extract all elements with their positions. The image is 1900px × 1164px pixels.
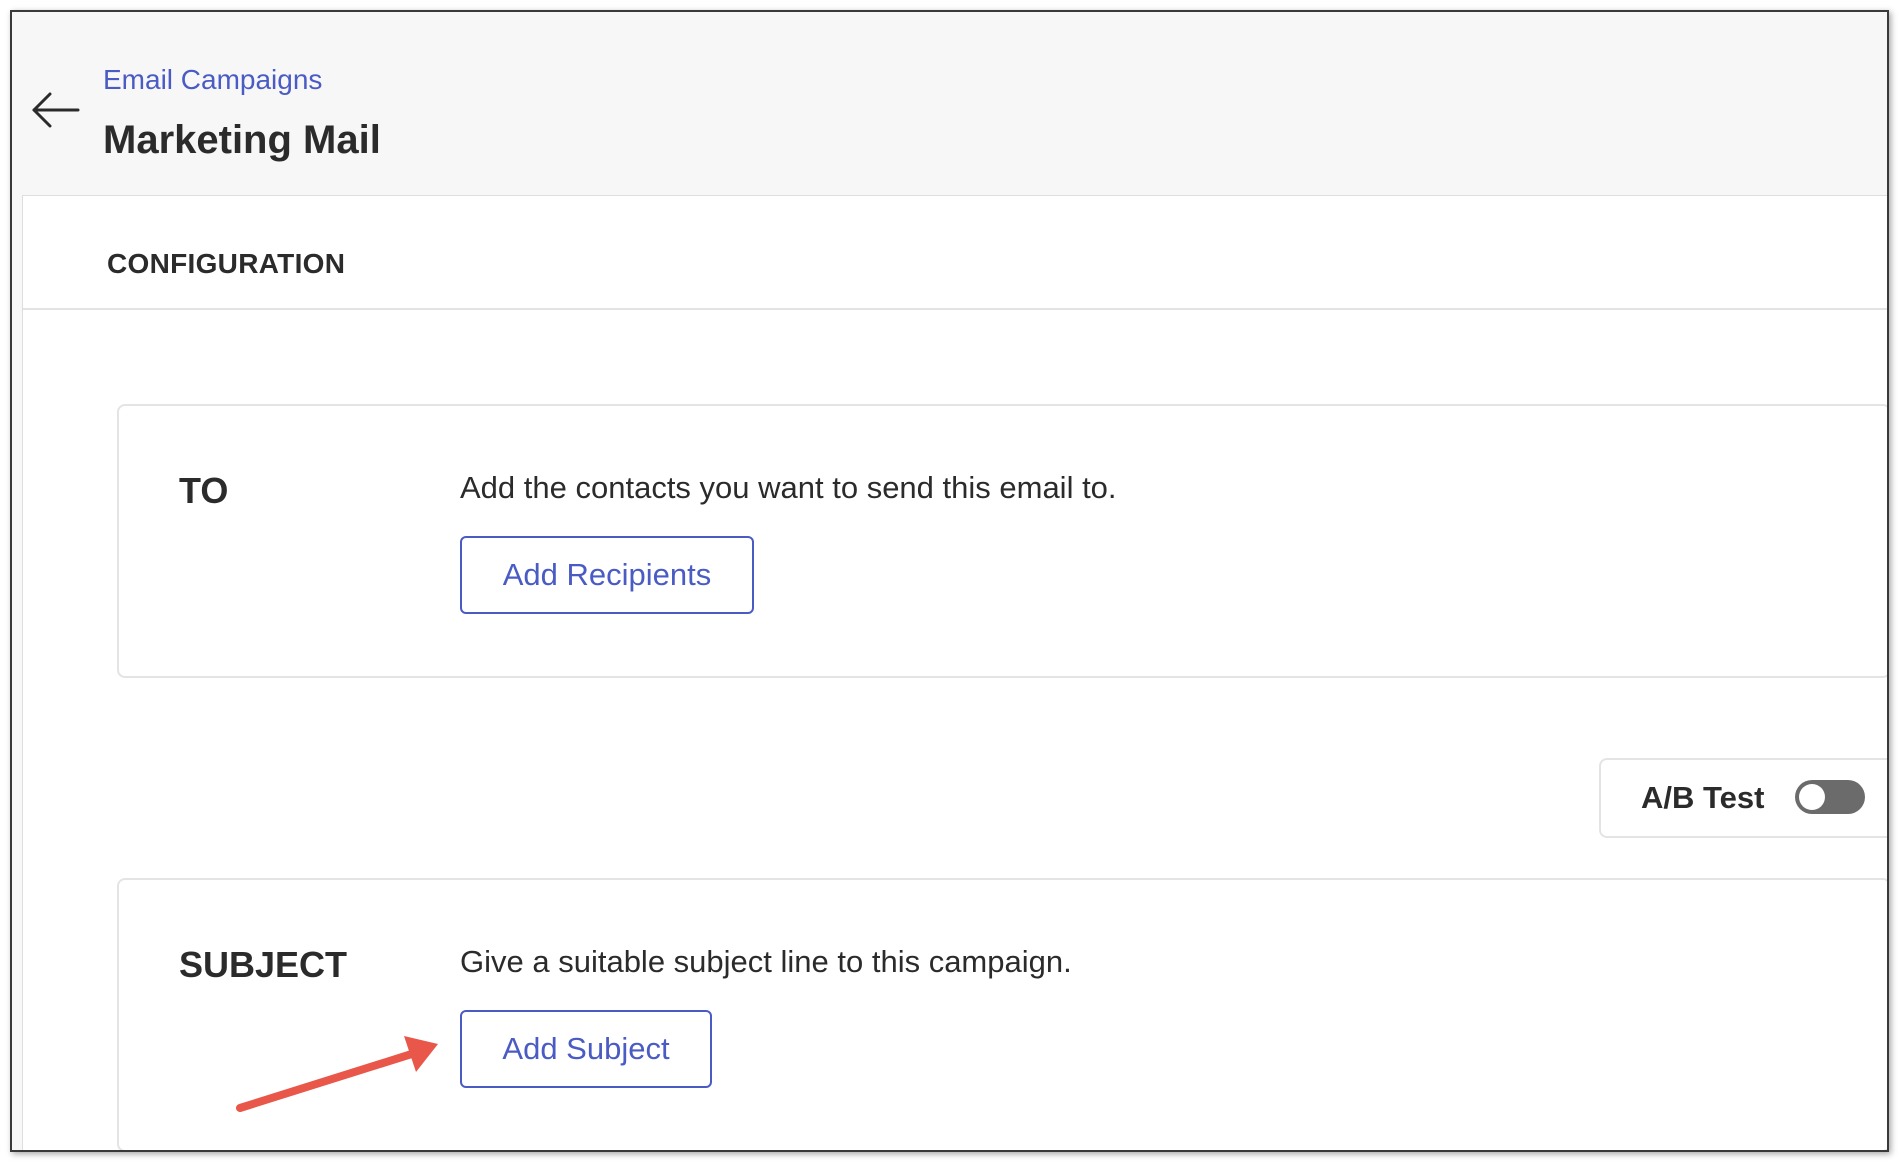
subject-label: SUBJECT xyxy=(179,944,348,985)
breadcrumb-email-campaigns[interactable]: Email Campaigns xyxy=(103,64,322,96)
to-label: TO xyxy=(179,470,229,511)
add-subject-button[interactable]: Add Subject xyxy=(460,1010,712,1088)
configuration-panel: CONFIGURATION TO Add the contacts you wa… xyxy=(22,195,1887,1150)
ab-test-label: A/B Test xyxy=(1641,780,1765,815)
app-window: Email Campaigns Marketing Mail CONFIGURA… xyxy=(10,10,1889,1152)
section-heading: CONFIGURATION xyxy=(107,248,346,279)
add-recipients-button[interactable]: Add Recipients xyxy=(460,536,754,614)
to-card: TO Add the contacts you want to send thi… xyxy=(117,404,1887,678)
subject-card: SUBJECT Give a suitable subject line to … xyxy=(117,878,1887,1150)
ab-test-control: A/B Test xyxy=(1599,758,1887,838)
configuration-header: CONFIGURATION xyxy=(23,196,1887,310)
page-title: Marketing Mail xyxy=(103,118,381,162)
back-button[interactable] xyxy=(26,80,86,140)
subject-description: Give a suitable subject line to this cam… xyxy=(460,944,1072,979)
to-description: Add the contacts you want to send this e… xyxy=(460,470,1117,505)
ab-test-toggle[interactable] xyxy=(1795,780,1865,814)
arrow-left-icon xyxy=(32,92,80,128)
toggle-knob xyxy=(1799,784,1825,810)
